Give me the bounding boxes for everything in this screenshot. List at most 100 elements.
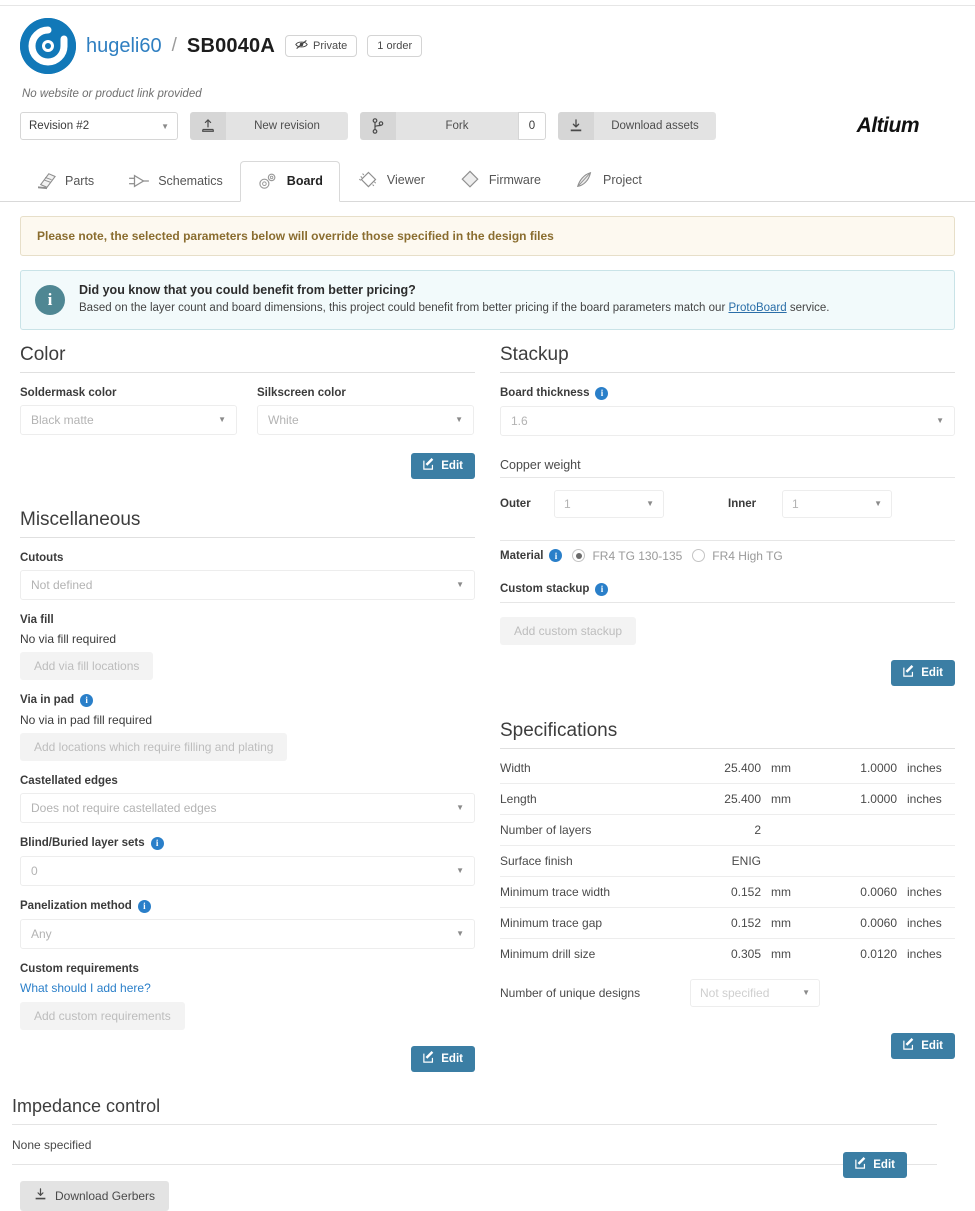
silkscreen-select[interactable]: White ▼ (257, 405, 474, 435)
info-icon[interactable]: i (80, 694, 93, 707)
stackup-section-title: Stackup (500, 344, 955, 366)
spec-value-mm: 2 (683, 814, 761, 845)
new-revision-button[interactable]: New revision (190, 112, 348, 140)
tab-project[interactable]: Project (558, 159, 659, 202)
info-icon[interactable]: i (595, 387, 608, 400)
revision-select[interactable]: Revision #2 ▼ (20, 112, 178, 140)
pricing-info-body-before: Based on the layer count and board dimen… (79, 302, 728, 314)
spec-key: Length (500, 783, 683, 814)
copper-outer-value: 1 (564, 497, 571, 511)
copper-weight-field: Copper weight Outer 1 ▼ Inn (500, 458, 955, 518)
specs-table: Width25.400mm1.0000inchesLength25.400mm1… (500, 753, 955, 969)
stackup-edit-button[interactable]: Edit (891, 660, 955, 686)
info-icon: i (35, 285, 65, 315)
spec-unit-mm: mm (761, 753, 819, 784)
pencil-square-icon (855, 1157, 867, 1172)
blind-buried-select[interactable]: 0 ▼ (20, 856, 475, 886)
table-row: Surface finishENIG (500, 845, 955, 876)
material-option-fr4-tg-130-135[interactable]: FR4 TG 130-135 (572, 549, 682, 563)
misc-edit-button[interactable]: Edit (411, 1046, 475, 1072)
misc-section-divider (20, 537, 475, 538)
pencil-square-icon (903, 1038, 915, 1053)
tab-firmware[interactable]: Firmware (442, 159, 558, 202)
spec-value-in (819, 845, 897, 876)
material-option-fr4-high-tg[interactable]: FR4 High TG (692, 549, 782, 563)
color-edit-button[interactable]: Edit (411, 453, 475, 479)
material-divider (500, 540, 955, 541)
info-icon[interactable]: i (151, 837, 164, 850)
spec-unit-mm: mm (761, 783, 819, 814)
custom-stackup-label-text: Custom stackup (500, 583, 589, 595)
breadcrumb-separator: / (172, 35, 177, 57)
tab-board-label: Board (287, 174, 323, 188)
info-icon[interactable]: i (549, 549, 562, 562)
fork-label: Fork (396, 112, 518, 140)
spec-value-mm: 0.152 (683, 907, 761, 938)
custom-requirements-help-link[interactable]: What should I add here? (20, 981, 151, 995)
color-edit-label: Edit (441, 460, 463, 472)
castellated-edges-select[interactable]: Does not require castellated edges ▼ (20, 793, 475, 823)
custom-requirements-label: Custom requirements (20, 963, 475, 975)
tab-board[interactable]: Board (240, 161, 340, 202)
soldermask-field: Soldermask color Black matte ▼ (20, 387, 237, 435)
visibility-badge[interactable]: Private (285, 35, 357, 57)
silkscreen-field: Silkscreen color White ▼ (257, 387, 474, 435)
info-icon[interactable]: i (138, 900, 151, 913)
info-icon[interactable]: i (595, 583, 608, 596)
add-via-in-pad-locations-button[interactable]: Add locations which require filling and … (20, 733, 287, 761)
specs-edit-row: Edit (500, 1033, 955, 1059)
spec-unit-in: inches (897, 783, 955, 814)
tab-parts[interactable]: Parts (20, 161, 111, 202)
override-warning-banner: Please note, the selected parameters bel… (20, 216, 955, 256)
soldermask-label: Soldermask color (20, 387, 237, 399)
pencil-square-icon (903, 665, 915, 680)
header-identity-row: hugeli60 / SB0040A Private 1 order (20, 18, 955, 74)
protoboard-link[interactable]: ProtoBoard (728, 302, 786, 314)
tab-firmware-label: Firmware (489, 173, 541, 187)
soldermask-select[interactable]: Black matte ▼ (20, 405, 237, 435)
settings-columns: Color Soldermask color Black matte ▼ Sil… (20, 344, 955, 1072)
impedance-edit-button[interactable]: Edit (843, 1152, 907, 1178)
copper-weight-label: Copper weight (500, 458, 955, 472)
download-assets-button[interactable]: Download assets (558, 112, 716, 140)
fork-button[interactable]: Fork 0 (360, 112, 546, 140)
pricing-info-title: Did you know that you could benefit from… (79, 283, 830, 297)
color-section-divider (20, 372, 475, 373)
table-row: Minimum drill size0.305mm0.0120inches (500, 938, 955, 969)
download-icon (558, 112, 594, 140)
spec-key: Minimum drill size (500, 938, 683, 969)
orders-badge[interactable]: 1 order (367, 35, 422, 57)
download-gerbers-button[interactable]: Download Gerbers (20, 1181, 169, 1211)
board-thickness-select[interactable]: 1.6 ▼ (500, 406, 955, 436)
board-thickness-field: Board thickness i 1.6 ▼ (500, 387, 955, 436)
via-in-pad-status: No via in pad fill required (20, 713, 475, 727)
add-custom-requirements-button[interactable]: Add custom requirements (20, 1002, 185, 1030)
viewer-icon (357, 170, 379, 190)
panelization-select[interactable]: Any ▼ (20, 919, 475, 949)
tab-viewer[interactable]: Viewer (340, 159, 442, 202)
copper-inner-select[interactable]: 1 ▼ (782, 490, 892, 518)
stackup-edit-label: Edit (921, 667, 943, 679)
via-fill-status: No via fill required (20, 632, 475, 646)
owner-link[interactable]: hugeli60 (86, 35, 162, 58)
via-in-pad-label: Via in pad i (20, 694, 475, 707)
spec-value-in (819, 814, 897, 845)
tab-viewer-label: Viewer (387, 173, 425, 187)
copper-outer-select[interactable]: 1 ▼ (554, 490, 664, 518)
project-avatar-logo[interactable] (20, 18, 76, 74)
impedance-edit-row: Edit (843, 1152, 907, 1178)
unique-designs-select[interactable]: Not specified ▼ (690, 979, 820, 1007)
silkscreen-value: White (268, 413, 299, 427)
add-custom-stackup-button[interactable]: Add custom stackup (500, 617, 636, 645)
cutouts-select[interactable]: Not defined ▼ (20, 570, 475, 600)
add-via-fill-locations-button[interactable]: Add via fill locations (20, 652, 153, 680)
color-edit-row: Edit (20, 453, 475, 479)
chevron-down-icon: ▼ (802, 988, 810, 997)
tab-schematics[interactable]: Schematics (111, 161, 240, 202)
main-tabs: Parts Schematics (0, 158, 975, 202)
misc-section-title: Miscellaneous (20, 509, 475, 531)
stackup-section-divider (500, 372, 955, 373)
spec-unit-mm: mm (761, 907, 819, 938)
via-fill-field: Via fill No via fill required Add via fi… (20, 614, 475, 680)
specs-edit-button[interactable]: Edit (891, 1033, 955, 1059)
